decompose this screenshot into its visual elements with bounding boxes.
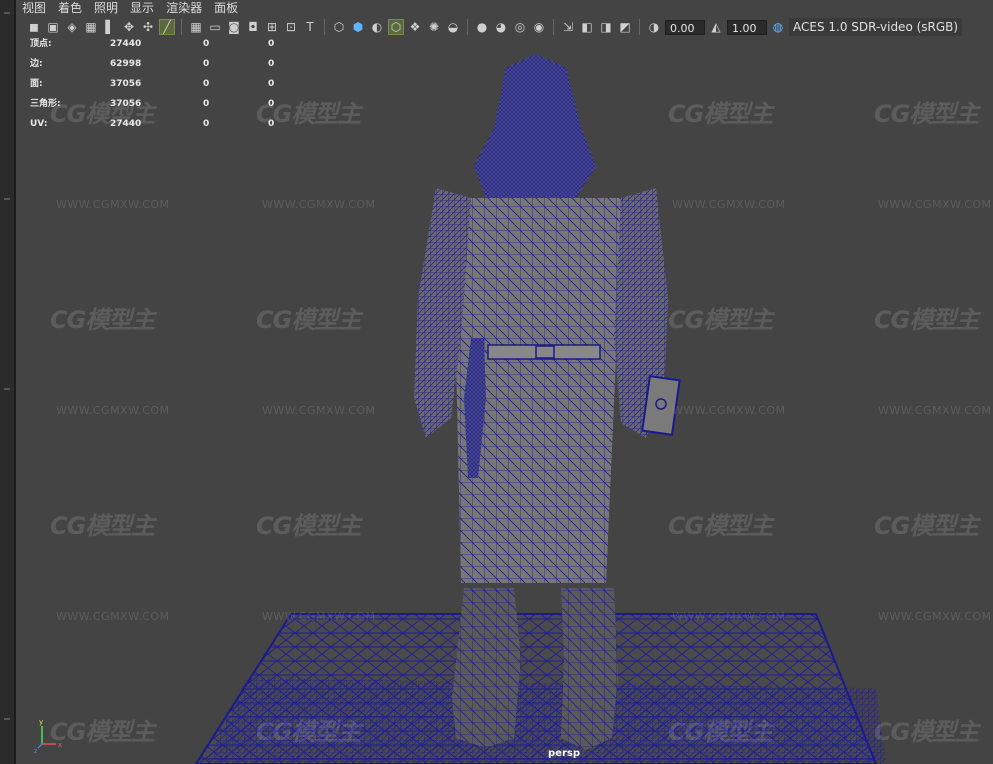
bookmarks-icon[interactable]: ◈ bbox=[64, 19, 80, 35]
panel-menu-bar: 视图 着色 照明 显示 渲染器 面板 bbox=[16, 0, 993, 16]
use-default-material-icon[interactable]: ◐ bbox=[369, 19, 385, 35]
hud-label: UV: bbox=[30, 119, 48, 129]
view-transform-select[interactable]: ACES 1.0 SDR-video (sRGB) bbox=[789, 18, 963, 36]
exposure-icon[interactable]: ◑ bbox=[646, 19, 662, 35]
view-axis-gizmo: y x z bbox=[34, 718, 62, 754]
gate-mask-icon[interactable]: ◘ bbox=[245, 19, 261, 35]
shadows-icon[interactable]: ◒ bbox=[445, 19, 461, 35]
axis-z-label: z bbox=[34, 748, 37, 754]
use-all-lights-icon[interactable]: ✺ bbox=[426, 19, 442, 35]
wireframe-on-shaded-icon[interactable]: ⬡ bbox=[388, 19, 404, 35]
xray-icon[interactable]: ❖ bbox=[407, 19, 423, 35]
hud-value: 27440 bbox=[110, 119, 142, 129]
hud-label: 面: bbox=[30, 79, 43, 89]
strip-tick bbox=[4, 12, 10, 14]
strip-tick bbox=[4, 388, 10, 390]
hud-value: 0 bbox=[203, 79, 210, 89]
xray-active-icon[interactable]: ◨ bbox=[598, 19, 614, 35]
camera-attributes-icon[interactable]: ▣ bbox=[45, 19, 61, 35]
hud-value: 0 bbox=[203, 59, 210, 69]
left-scroll-strip[interactable] bbox=[0, 0, 14, 764]
hud-row-uvs: UV: 27440 0 0 bbox=[30, 118, 300, 138]
gamma-icon[interactable]: ◭ bbox=[708, 19, 724, 35]
grid-icon[interactable]: ▦ bbox=[188, 19, 204, 35]
poly-count-hud: 顶点: 27440 0 0 边: 62998 0 0 面: 37056 0 0 … bbox=[30, 38, 300, 138]
toolbar-separator bbox=[467, 19, 468, 35]
textured-icon[interactable]: ◩ bbox=[617, 19, 633, 35]
hud-row-vertices: 顶点: 27440 0 0 bbox=[30, 38, 300, 58]
hud-value: 0 bbox=[203, 39, 210, 49]
toolbar-separator bbox=[324, 19, 325, 35]
3d-viewport[interactable]: CG模型主 CG模型主 CG模型主 CG模型主 WWW.CGMXW.COM WW… bbox=[16, 38, 993, 764]
smooth-shade-icon[interactable]: ⬢ bbox=[350, 19, 366, 35]
hud-value: 37056 bbox=[110, 79, 142, 89]
head-mesh bbox=[474, 54, 596, 198]
hud-value: 0 bbox=[203, 119, 210, 129]
wireframe-scene bbox=[194, 54, 886, 764]
isolate-select-icon[interactable]: ⇲ bbox=[560, 19, 576, 35]
toolbar-separator bbox=[553, 19, 554, 35]
menu-panels[interactable]: 面板 bbox=[208, 0, 244, 16]
axis-y-label: y bbox=[39, 718, 43, 726]
hud-value: 27440 bbox=[110, 39, 142, 49]
resolution-gate-icon[interactable]: ◙ bbox=[226, 19, 242, 35]
camera-name-label: persp bbox=[548, 748, 580, 759]
strip-tick bbox=[4, 198, 10, 200]
panel-toolbar: ◼ ▣ ◈ ▦ ▌ ✥ ✣ ╱ ▦ ▭ ◙ ◘ ⊞ ⊡ T ⬡ ⬢ ◐ ⬡ ❖ … bbox=[16, 16, 993, 38]
strip-tick bbox=[4, 718, 10, 720]
antialiasing-icon[interactable]: ◎ bbox=[512, 19, 528, 35]
safe-action-icon[interactable]: ⊡ bbox=[283, 19, 299, 35]
hud-row-triangles: 三角形: 37056 0 0 bbox=[30, 98, 300, 118]
snap-icon[interactable]: ✣ bbox=[140, 19, 156, 35]
hud-value: 37056 bbox=[110, 99, 142, 109]
hud-value: 0 bbox=[268, 39, 275, 49]
ambient-occlusion-icon[interactable]: ● bbox=[474, 19, 490, 35]
safe-title-icon[interactable]: T bbox=[302, 19, 318, 35]
wireframe-icon[interactable]: ⬡ bbox=[331, 19, 347, 35]
menu-show[interactable]: 显示 bbox=[124, 0, 160, 16]
base-plate-mesh bbox=[194, 613, 886, 764]
hud-row-faces: 面: 37056 0 0 bbox=[30, 78, 300, 98]
maya-viewport-panel: 视图 着色 照明 显示 渲染器 面板 ◼ ▣ ◈ ▦ ▌ ✥ ✣ ╱ ▦ ▭ ◙… bbox=[0, 0, 993, 764]
menu-lighting[interactable]: 照明 bbox=[88, 0, 124, 16]
film-gate-icon[interactable]: ▭ bbox=[207, 19, 223, 35]
gamma-field[interactable]: 1.00 bbox=[727, 19, 767, 35]
camera-icon[interactable]: ◼ bbox=[26, 19, 42, 35]
toolbar-separator bbox=[181, 19, 182, 35]
xray-joints-icon[interactable]: ◧ bbox=[579, 19, 595, 35]
hud-value: 0 bbox=[268, 59, 275, 69]
depth-of-field-icon[interactable]: ◉ bbox=[531, 19, 547, 35]
hud-label: 顶点: bbox=[30, 39, 52, 49]
motion-blur-icon[interactable]: ◕ bbox=[493, 19, 509, 35]
hud-value: 0 bbox=[268, 99, 275, 109]
move-tool-icon[interactable]: ✥ bbox=[121, 19, 137, 35]
hud-value: 62998 bbox=[110, 59, 142, 69]
hud-label: 三角形: bbox=[30, 99, 61, 109]
toolbar-separator bbox=[639, 19, 640, 35]
hud-row-edges: 边: 62998 0 0 bbox=[30, 58, 300, 78]
hud-value: 0 bbox=[268, 119, 275, 129]
grease-pencil-icon[interactable]: ▌ bbox=[102, 19, 118, 35]
field-chart-icon[interactable]: ⊞ bbox=[264, 19, 280, 35]
menu-shading[interactable]: 着色 bbox=[52, 0, 88, 16]
menu-renderer[interactable]: 渲染器 bbox=[160, 0, 208, 16]
grease-pencil-active-icon[interactable]: ╱ bbox=[159, 19, 175, 35]
exposure-field[interactable]: 0.00 bbox=[665, 19, 705, 35]
color-management-icon[interactable]: ◍ bbox=[770, 19, 786, 35]
hud-value: 0 bbox=[203, 99, 210, 109]
axis-x-label: x bbox=[58, 741, 62, 749]
image-plane-icon[interactable]: ▦ bbox=[83, 19, 99, 35]
hud-label: 边: bbox=[30, 59, 43, 69]
box-mesh bbox=[641, 375, 681, 436]
menu-view[interactable]: 视图 bbox=[16, 0, 52, 16]
hud-value: 0 bbox=[268, 79, 275, 89]
